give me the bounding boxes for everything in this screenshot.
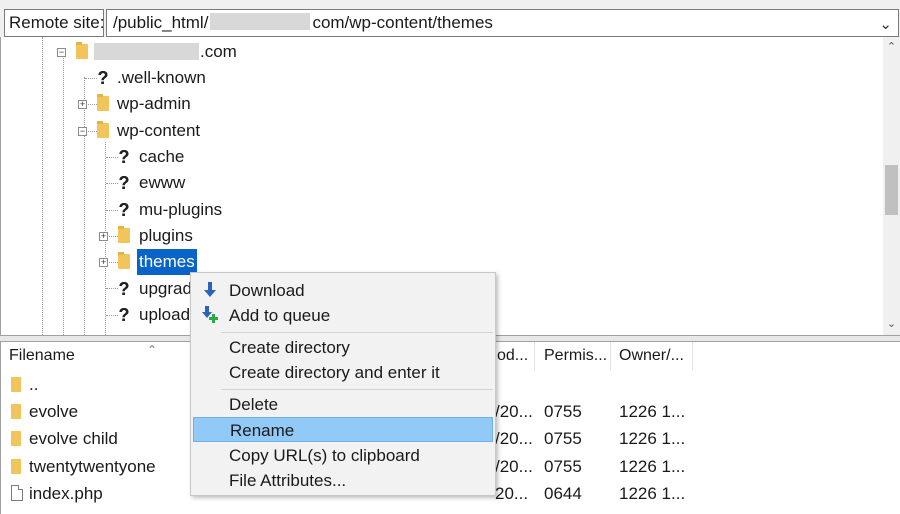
unknown-folder-icon: ? bbox=[118, 305, 130, 325]
menu-item-delete[interactable]: Delete bbox=[193, 392, 493, 417]
sort-ascending-icon: ⌃ bbox=[147, 343, 158, 357]
tree-item-domain[interactable]: − .com bbox=[1, 39, 301, 65]
remote-site-label: Remote site: bbox=[4, 9, 104, 37]
folder-icon bbox=[11, 459, 21, 474]
column-header-last-modified[interactable]: od... bbox=[495, 342, 535, 370]
folder-icon bbox=[76, 42, 88, 59]
download-arrow-icon bbox=[204, 282, 216, 297]
chevron-down-icon[interactable]: ⌄ bbox=[879, 12, 892, 36]
unknown-folder-icon: ? bbox=[118, 279, 130, 299]
folder-icon bbox=[118, 226, 130, 243]
column-header-permissions[interactable]: Permis... bbox=[536, 342, 611, 370]
folder-icon bbox=[118, 252, 130, 269]
folder-icon bbox=[11, 404, 21, 419]
unknown-folder-icon: ? bbox=[97, 68, 109, 88]
unknown-folder-icon: ? bbox=[118, 200, 130, 220]
tree-item-label: wp-content bbox=[117, 121, 201, 140]
remote-path-combo[interactable]: /public_html/com/wp-content/themes ⌄ bbox=[106, 9, 899, 37]
folder-icon bbox=[97, 121, 109, 138]
file-modified: 20... bbox=[495, 484, 529, 503]
expand-icon[interactable]: + bbox=[78, 100, 87, 109]
tree-item-well-known[interactable]: ? .well-known bbox=[1, 65, 301, 91]
file-permissions: 0755 bbox=[544, 457, 582, 476]
tree-item-label: plugins bbox=[139, 226, 193, 245]
file-icon bbox=[11, 485, 23, 501]
file-name: twentytwentyone bbox=[29, 457, 156, 476]
file-owner: 1226 1... bbox=[619, 429, 686, 448]
tree-item-mu-plugins[interactable]: ? mu-plugins bbox=[1, 197, 301, 223]
tree-item-label: .well-known bbox=[117, 68, 206, 87]
scroll-thumb[interactable] bbox=[885, 165, 898, 215]
tree-item-cache[interactable]: ? cache bbox=[1, 144, 301, 170]
context-menu: Download Add to queue Create directory C… bbox=[190, 272, 496, 496]
tree-item-wp-content[interactable]: − wp-content bbox=[1, 118, 301, 144]
tree-item-plugins[interactable]: + plugins bbox=[1, 223, 301, 249]
path-prefix: /public_html/ bbox=[113, 13, 209, 32]
folder-icon bbox=[97, 94, 109, 111]
menu-item-create-directory[interactable]: Create directory bbox=[193, 335, 493, 360]
chevron-up-icon[interactable]: ⌃ bbox=[883, 39, 900, 56]
unknown-folder-icon: ? bbox=[118, 173, 130, 193]
redacted-domain bbox=[94, 43, 199, 60]
file-modified: /20... bbox=[495, 402, 533, 421]
file-name: evolve bbox=[29, 402, 79, 421]
expand-icon[interactable]: + bbox=[99, 258, 108, 267]
menu-item-copy-url[interactable]: Copy URL(s) to clipboard bbox=[193, 443, 493, 468]
collapse-icon[interactable]: − bbox=[57, 48, 66, 57]
file-name: index.php bbox=[29, 484, 103, 503]
column-header-filename[interactable]: Filename ⌃ bbox=[1, 342, 191, 370]
redacted-domain bbox=[210, 13, 311, 30]
add-to-queue-icon bbox=[202, 306, 218, 323]
tree-item-wp-admin[interactable]: + wp-admin bbox=[1, 91, 301, 117]
file-permissions: 0644 bbox=[544, 484, 582, 503]
tree-scrollbar[interactable]: ⌃ ⌄ bbox=[883, 37, 900, 335]
menu-item-file-attributes[interactable]: File Attributes... bbox=[193, 468, 493, 493]
file-permissions: 0755 bbox=[544, 402, 582, 421]
expand-icon[interactable]: + bbox=[99, 232, 108, 241]
file-owner: 1226 1... bbox=[619, 402, 686, 421]
menu-item-rename[interactable]: Rename bbox=[193, 417, 493, 442]
tree-item-label: wp-admin bbox=[117, 94, 191, 113]
collapse-icon[interactable]: − bbox=[78, 127, 87, 136]
folder-icon bbox=[11, 377, 21, 392]
file-name: evolve child bbox=[29, 429, 118, 448]
tree-item-label: ewww bbox=[139, 173, 186, 192]
file-modified: /20... bbox=[495, 457, 533, 476]
menu-item-create-directory-and-enter[interactable]: Create directory and enter it bbox=[193, 360, 493, 385]
tree-item-label: themes bbox=[136, 248, 198, 276]
file-permissions: 0755 bbox=[544, 429, 582, 448]
tree-item-label: cache bbox=[139, 147, 185, 166]
file-owner: 1226 1... bbox=[619, 484, 686, 503]
menu-separator bbox=[221, 389, 493, 390]
tree-item-label: upload bbox=[139, 305, 191, 324]
menu-item-download[interactable]: Download bbox=[193, 278, 493, 303]
file-name: .. bbox=[29, 375, 39, 394]
column-header-owner-group[interactable]: Owner/... bbox=[611, 342, 693, 370]
menu-item-add-to-queue[interactable]: Add to queue bbox=[193, 303, 493, 328]
chevron-down-icon[interactable]: ⌄ bbox=[883, 316, 900, 333]
folder-icon bbox=[11, 431, 21, 446]
tree-item-label: .com bbox=[200, 42, 237, 61]
file-owner: 1226 1... bbox=[619, 457, 686, 476]
menu-separator bbox=[221, 332, 493, 333]
tree-item-ewww[interactable]: ? ewww bbox=[1, 170, 301, 196]
tree-item-label: mu-plugins bbox=[139, 200, 223, 219]
unknown-folder-icon: ? bbox=[118, 147, 130, 167]
file-modified: /20... bbox=[495, 429, 533, 448]
tree-item-label: upgrad bbox=[139, 279, 192, 298]
path-suffix: com/wp-content/themes bbox=[312, 13, 493, 32]
